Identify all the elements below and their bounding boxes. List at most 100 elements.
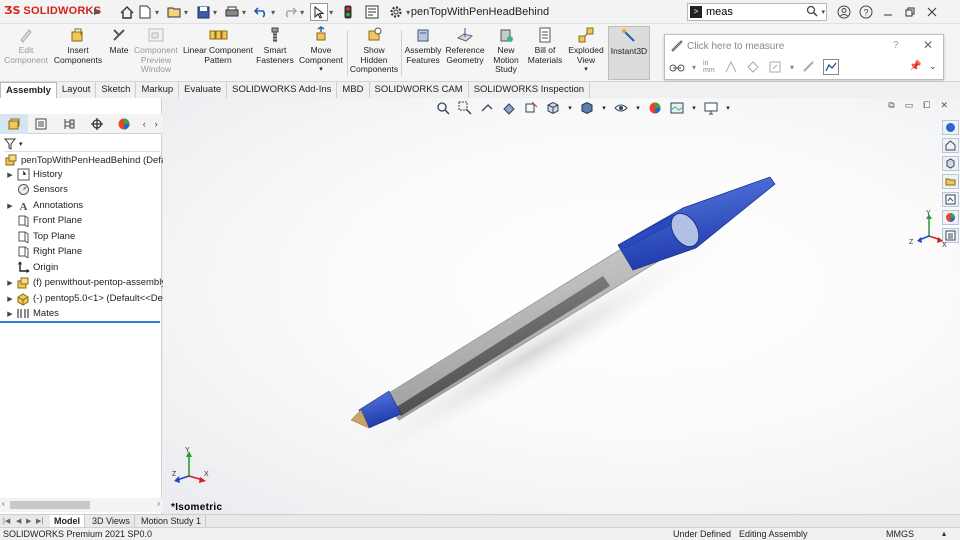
new-dropdown-icon[interactable]: ▾ — [155, 8, 159, 17]
expand-icon[interactable]: ▶ — [4, 295, 16, 303]
tree-item-penwithout-pentop-assembly[interactable]: ▶ (f) penwithout-pentop-assembly< — [4, 275, 172, 290]
select-dropdown-icon[interactable]: ▾ — [329, 8, 333, 17]
save-dropdown-icon[interactable]: ▾ — [213, 8, 217, 17]
measure-help-icon[interactable]: ? — [893, 40, 899, 51]
tree-item-annotations[interactable]: ▶ A Annotations — [4, 198, 83, 213]
dimxpert-manager-tab-icon[interactable] — [83, 114, 111, 134]
expand-icon[interactable]: ▶ — [4, 171, 16, 179]
move-component-dropdown-icon[interactable]: ▾ — [319, 65, 323, 75]
point-to-point-icon[interactable] — [745, 59, 761, 75]
redo-icon[interactable] — [281, 3, 299, 21]
print-dropdown-icon[interactable]: ▾ — [242, 8, 246, 17]
show-xyz-icon[interactable] — [723, 59, 739, 75]
arc-circle-measurement-icon[interactable] — [669, 59, 685, 75]
pin-icon[interactable]: 📌 — [909, 61, 921, 72]
measurement-history-icon[interactable] — [801, 59, 817, 75]
arc-dropdown-icon[interactable]: ▾ — [691, 59, 697, 75]
scroll-left-icon[interactable]: ‹ — [2, 499, 5, 508]
tab-layout[interactable]: Layout — [57, 82, 97, 98]
instant3d-button[interactable]: Instant3D — [608, 26, 650, 80]
tree-item-pentop[interactable]: ▶ (-) pentop5.0<1> (Default<<Defa — [4, 291, 171, 306]
linear-component-pattern-button[interactable]: Linear Component Pattern — [182, 26, 254, 80]
expand-icon[interactable]: ▶ — [4, 202, 16, 210]
smart-fasteners-button[interactable]: Smart Fasteners — [256, 26, 294, 80]
open-folder-icon[interactable] — [165, 3, 183, 21]
bill-of-materials-button[interactable]: Bill of Materials — [526, 26, 564, 80]
scroll-right-icon[interactable]: › — [157, 499, 160, 508]
tree-horizontal-scrollbar[interactable]: ‹ › — [0, 498, 162, 512]
exploded-view-dropdown-icon[interactable]: ▾ — [584, 65, 588, 75]
expand-icon[interactable]: ▶ — [4, 279, 16, 287]
tab-evaluate[interactable]: Evaluate — [179, 82, 228, 98]
move-component-button[interactable]: Move Component ▾ — [297, 26, 345, 80]
expand-icon[interactable]: ▶ — [4, 310, 16, 318]
scrollbar-thumb[interactable] — [10, 501, 90, 509]
undo-dropdown-icon[interactable]: ▾ — [271, 8, 275, 17]
exploded-view-button[interactable]: Exploded View ▾ — [566, 26, 606, 80]
user-account-icon[interactable] — [833, 3, 855, 21]
help-icon[interactable]: ? — [855, 3, 877, 21]
tab-solidworks-cam[interactable]: SOLIDWORKS CAM — [370, 82, 469, 98]
filter-dropdown-icon[interactable]: ▾ — [19, 140, 23, 148]
tab-solidworks-inspection[interactable]: SOLIDWORKS Inspection — [469, 82, 591, 98]
tab-mbd[interactable]: MBD — [337, 82, 370, 98]
solidworks-logo[interactable]: ƷS SOLIDWORKS — [4, 4, 101, 17]
projected-dropdown-icon[interactable]: ▾ — [789, 59, 795, 75]
search-box[interactable]: > ▾ — [687, 3, 827, 21]
tabs-scroll-left-icon[interactable]: ‹ — [138, 119, 150, 129]
tree-item-history[interactable]: ▶ History — [4, 167, 63, 182]
tree-item-mates[interactable]: ▶ Mates — [4, 306, 59, 321]
rebuild-icon[interactable] — [339, 3, 357, 21]
tree-item-origin[interactable]: Origin — [4, 260, 58, 275]
undo-icon[interactable] — [252, 3, 270, 21]
tab-sketch[interactable]: Sketch — [96, 82, 137, 98]
new-document-icon[interactable] — [136, 3, 154, 21]
unit-system[interactable]: MMGS — [886, 528, 914, 540]
print-icon[interactable] — [223, 3, 241, 21]
graphics-area[interactable]: ▾ ▾ ▾ ▾ ▾ ⧉ ▭ ⧠ ✕ Y X Z Y X Z *Isometric — [163, 98, 960, 514]
tree-item-right-plane[interactable]: Right Plane — [4, 244, 82, 259]
tree-rollback-bar[interactable] — [0, 321, 160, 323]
save-icon[interactable] — [194, 3, 212, 21]
select-cursor-icon[interactable] — [310, 3, 329, 21]
search-input[interactable] — [706, 5, 801, 19]
reference-geometry-button[interactable]: Reference Geometry — [445, 26, 485, 80]
create-sensor-icon[interactable] — [823, 59, 839, 75]
menu-expand-icon[interactable]: ▶ — [94, 6, 101, 17]
pen-3d-model[interactable] — [163, 98, 960, 514]
tab-assembly[interactable]: Assembly — [0, 82, 57, 98]
file-properties-icon[interactable] — [363, 3, 381, 21]
tree-item-front-plane[interactable]: Front Plane — [4, 213, 82, 228]
expand-chevron-icon[interactable]: ⌄ — [929, 61, 937, 72]
feature-manager-tab-icon[interactable] — [0, 113, 28, 134]
home-icon[interactable] — [118, 3, 136, 21]
open-dropdown-icon[interactable]: ▾ — [184, 8, 188, 17]
tab-markup[interactable]: Markup — [136, 82, 180, 98]
tree-filter[interactable]: ▾ — [4, 136, 160, 152]
display-manager-tab-icon[interactable] — [111, 114, 139, 134]
new-motion-study-button[interactable]: New Motion Study — [488, 26, 524, 80]
close-window-icon[interactable] — [921, 3, 943, 21]
tree-item-top-plane[interactable]: Top Plane — [4, 229, 75, 244]
tree-root-assembly[interactable]: penTopWithPenHeadBehind (Default — [4, 153, 176, 167]
search-icon[interactable] — [806, 5, 818, 20]
minimize-window-icon[interactable] — [877, 3, 899, 21]
tree-item-sensors[interactable]: Sensors — [4, 182, 68, 197]
redo-dropdown-icon[interactable]: ▾ — [300, 8, 304, 17]
status-bar-settings-icon[interactable]: ▴ — [942, 528, 946, 540]
restore-window-icon[interactable] — [899, 3, 921, 21]
edit-component-button[interactable]: Edit Component — [4, 26, 48, 80]
options-gear-icon[interactable] — [387, 3, 405, 21]
configuration-manager-tab-icon[interactable] — [55, 114, 83, 134]
search-dropdown-icon[interactable]: ▾ — [821, 8, 825, 16]
measure-header[interactable]: Click here to measure — [671, 40, 784, 52]
tabs-scroll-right-icon[interactable]: › — [150, 119, 162, 129]
insert-components-button[interactable]: Insert Components — [52, 26, 104, 80]
assembly-features-button[interactable]: Assembly Features — [403, 26, 443, 80]
tab-solidworks-add-ins[interactable]: SOLIDWORKS Add-Ins — [227, 82, 338, 98]
measure-close-icon[interactable]: ✕ — [923, 38, 933, 52]
measure-popup[interactable]: Click here to measure ? ✕ ▾ in mm ▾ 📌 ⌄ — [664, 34, 944, 80]
property-manager-tab-icon[interactable] — [28, 114, 56, 134]
mate-button[interactable]: Mate — [106, 26, 132, 80]
options-dropdown-icon[interactable]: ▾ — [406, 8, 410, 17]
